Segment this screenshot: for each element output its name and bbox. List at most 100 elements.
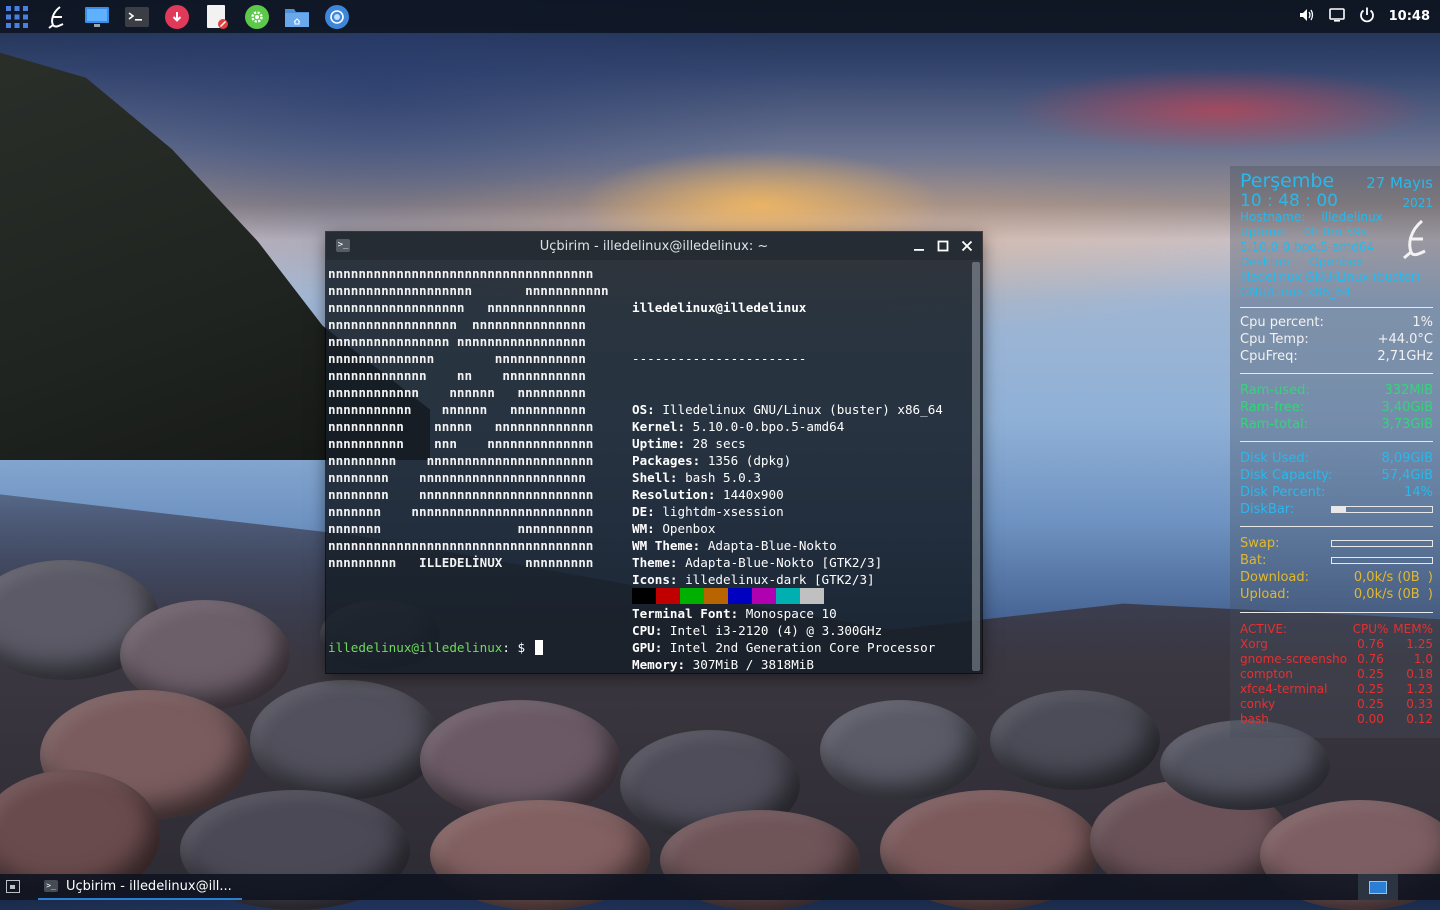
terminal-task-icon: >_ xyxy=(44,880,58,892)
process-name: compton xyxy=(1240,667,1293,681)
file-manager-icon[interactable] xyxy=(283,3,311,31)
power-icon[interactable] xyxy=(1359,7,1375,27)
process-name: Xorg xyxy=(1240,637,1268,651)
conky-kernel: 5.10.0-0.bpo.5-amd64 xyxy=(1240,240,1375,254)
text-cursor xyxy=(534,640,543,655)
taskbar-item-label: Uçbirim - illedelinux@ill... xyxy=(66,878,232,894)
neofetch-value: Adapta-Blue-Nokto xyxy=(700,538,837,553)
ram-total-label: Ram-total: xyxy=(1240,417,1309,432)
neofetch-value: Monospace 10 xyxy=(738,606,837,621)
cpu-percent-label: Cpu percent: xyxy=(1240,315,1324,330)
battery-bar xyxy=(1331,557,1433,564)
terminal-window[interactable]: >_ Uçbirim - illedelinux@illedelinux: ~ … xyxy=(326,232,982,673)
neofetch-key: Theme: xyxy=(632,555,678,570)
cpu-percent-value: 1% xyxy=(1412,315,1433,330)
conky-arch: GNU/Linux x86_64 xyxy=(1240,285,1351,299)
terminal-scrollbar[interactable] xyxy=(972,262,980,671)
process-cpu: 0.76 xyxy=(1357,637,1384,651)
neofetch-value: bash 5.0.3 xyxy=(677,470,761,485)
top-panel: 10:48 xyxy=(0,0,1440,33)
neofetch-key: Kernel: xyxy=(632,419,686,434)
neofetch-key: Resolution: xyxy=(632,487,716,502)
taskbar-item-terminal[interactable]: >_ Uçbirim - illedelinux@ill... xyxy=(38,874,242,900)
process-cpu: 0.25 xyxy=(1357,667,1384,681)
conky-year: 2021 xyxy=(1402,196,1433,210)
neofetch-line: Kernel: 5.10.0-0.bpo.5-amd64 xyxy=(632,418,943,435)
upload-label: Upload: xyxy=(1240,587,1290,602)
neofetch-separator: ----------------------- xyxy=(632,351,807,366)
prompt-suffix: : $ xyxy=(502,640,533,655)
terminal-output[interactable]: nnnnnnnnnnnnnnnnnnnnnnnnnnnnnnnnnnn nnnn… xyxy=(326,262,968,673)
process-name: bash xyxy=(1240,712,1269,726)
download-icon[interactable] xyxy=(163,3,191,31)
neofetch-line: CPU: Intel i3-2120 (4) @ 3.300GHz xyxy=(632,622,943,639)
screen-icon[interactable] xyxy=(1328,7,1345,26)
disk-percent-value: 14% xyxy=(1404,485,1433,500)
process-cpu: CPU% xyxy=(1352,622,1389,636)
ram-free-value: 3,40GiB xyxy=(1381,400,1433,415)
download-label: Download: xyxy=(1240,570,1309,585)
neofetch-value: Adapta-Blue-Nokto [GTK2/3] xyxy=(677,555,883,570)
process-cpu: 0.00 xyxy=(1357,712,1384,726)
minimize-button[interactable] xyxy=(912,239,926,253)
display-icon[interactable] xyxy=(83,3,111,31)
process-cpu: 0.25 xyxy=(1357,682,1384,696)
neofetch-line: Memory: 307MiB / 3818MiB xyxy=(632,656,943,673)
neofetch-line: WM: Openbox xyxy=(632,520,943,537)
text-editor-icon[interactable] xyxy=(203,3,231,31)
neofetch-line: Icons: illedelinux-dark [GTK2/3] xyxy=(632,571,943,588)
neofetch-key: Memory: xyxy=(632,657,686,672)
panel-clock[interactable]: 10:48 xyxy=(1389,9,1430,24)
process-row: Xorg 0.76 1.25 xyxy=(1240,637,1433,651)
workspace-1[interactable] xyxy=(1369,880,1387,894)
swap-bar xyxy=(1331,540,1433,547)
show-desktop-icon[interactable] xyxy=(6,880,20,893)
process-row: compton 0.25 0.18 xyxy=(1240,667,1433,681)
terminal-icon[interactable] xyxy=(123,3,151,31)
disk-used-value: 8,09GiB xyxy=(1381,451,1433,466)
disk-used-label: Disk Used: xyxy=(1240,451,1309,466)
neofetch-value: Illedelinux GNU/Linux (buster) x86_64 xyxy=(654,402,943,417)
illedelinux-logo-icon[interactable] xyxy=(43,3,71,31)
neofetch-line: Shell: bash 5.0.3 xyxy=(632,469,943,486)
color-swatch xyxy=(680,588,704,604)
terminal-titlebar[interactable]: >_ Uçbirim - illedelinux@illedelinux: ~ xyxy=(326,232,982,260)
color-swatch xyxy=(728,588,752,604)
process-table-header: ACTIVE: CPU% MEM% xyxy=(1240,622,1433,636)
cpu-freq-value: 2,71GHz xyxy=(1377,349,1433,364)
color-swatch xyxy=(656,588,680,604)
neofetch-key: Uptime: xyxy=(632,436,686,451)
color-swatch xyxy=(752,588,776,604)
neofetch-key: WM: xyxy=(632,521,655,536)
workspace-switcher[interactable] xyxy=(1358,874,1398,900)
color-swatch xyxy=(632,588,656,604)
shell-prompt[interactable]: illedelinux@illedelinux: $ xyxy=(328,639,543,656)
system-tray: 10:48 xyxy=(1299,0,1430,33)
conky-time: 10 : 48 : 00 xyxy=(1240,191,1338,211)
neofetch-value: 1356 (dpkg) xyxy=(700,453,792,468)
neofetch-line: Resolution: 1440x900 xyxy=(632,486,943,503)
neofetch-line: OS: Illedelinux GNU/Linux (buster) x86_6… xyxy=(632,401,943,418)
close-button[interactable] xyxy=(960,239,974,253)
disk-capacity-value: 57,4GiB xyxy=(1381,468,1433,483)
neofetch-value: Intel i3-2120 (4) @ 3.300GHz xyxy=(662,623,883,638)
process-mem: 1.25 xyxy=(1406,637,1433,651)
cpu-temp-label: Cpu Temp: xyxy=(1240,332,1309,347)
disk-bar xyxy=(1331,506,1433,513)
disk-capacity-label: Disk Capacity: xyxy=(1240,468,1333,483)
maximize-button[interactable] xyxy=(936,239,950,253)
process-name: gnome-screensho xyxy=(1240,652,1348,666)
ascii-logo: nnnnnnnnnnnnnnnnnnnnnnnnnnnnnnnnnnn nnnn… xyxy=(328,266,609,570)
conky-hostname-label: Hostname: xyxy=(1240,210,1306,224)
process-name: ACTIVE: xyxy=(1240,622,1288,636)
process-mem: 1.0 xyxy=(1413,652,1433,666)
neofetch-value: 1440x900 xyxy=(715,487,784,502)
cpu-temp-value: +44.0°C xyxy=(1377,332,1433,347)
settings-icon[interactable] xyxy=(243,3,271,31)
app-menu-icon[interactable] xyxy=(3,3,31,31)
browser-icon[interactable] xyxy=(323,3,351,31)
conky-desktop: Openbox xyxy=(1309,255,1364,269)
process-mem: 0.12 xyxy=(1406,712,1433,726)
process-cpu: 0.25 xyxy=(1357,697,1384,711)
volume-icon[interactable] xyxy=(1299,7,1315,26)
